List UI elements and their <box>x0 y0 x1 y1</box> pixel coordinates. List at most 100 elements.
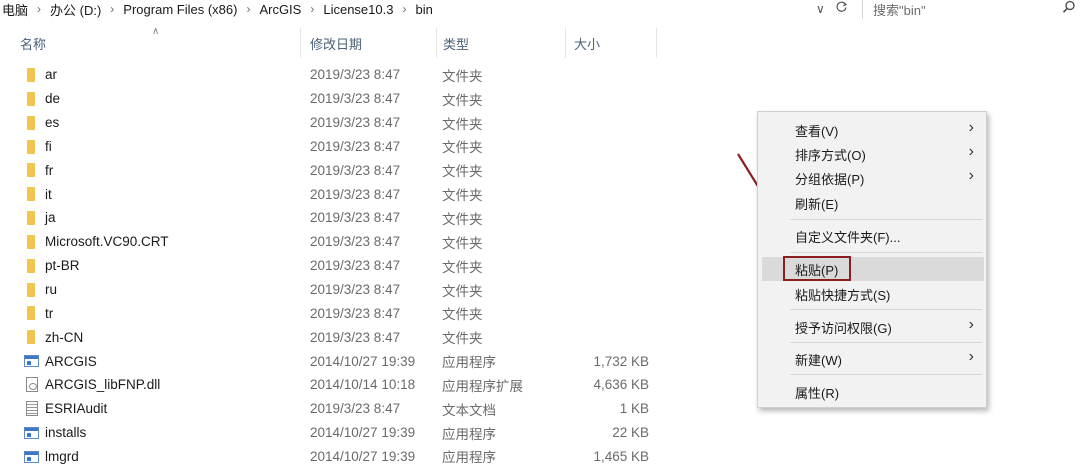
chevron-right-icon[interactable]: › <box>103 2 121 16</box>
refresh-icon[interactable] <box>835 1 848 17</box>
file-date: 2014/10/27 19:39 <box>310 353 416 369</box>
file-name: ru <box>45 282 58 298</box>
file-name: tr <box>45 305 54 321</box>
file-row[interactable]: es 2019/3/23 8:47 文件夹 <box>0 111 700 135</box>
menu-item-sort[interactable]: 排序方式(O) › <box>762 142 984 166</box>
file-date: 2019/3/23 8:47 <box>310 305 401 321</box>
column-divider[interactable] <box>436 28 437 58</box>
file-name: ARCGIS <box>45 353 97 369</box>
file-name: fi <box>45 138 52 154</box>
column-divider[interactable] <box>565 28 566 58</box>
search-icon[interactable] <box>1062 0 1076 17</box>
file-date: 2014/10/14 10:18 <box>310 377 416 393</box>
menu-divider <box>790 219 982 220</box>
file-type: 应用程序 <box>442 426 496 442</box>
menu-item-view[interactable]: 查看(V) › <box>762 118 984 142</box>
column-header-date[interactable]: 修改日期 <box>310 28 436 58</box>
file-row[interactable]: ja 2019/3/23 8:47 文件夹 <box>0 206 700 230</box>
file-row[interactable]: fr 2019/3/23 8:47 文件夹 <box>0 158 700 182</box>
file-type: 文本文档 <box>442 402 496 418</box>
column-header-size-label: 大小 <box>574 36 601 52</box>
column-divider[interactable] <box>300 28 301 58</box>
menu-item-refresh[interactable]: 刷新(E) <box>762 191 984 215</box>
file-name: it <box>45 186 52 202</box>
file-row[interactable]: Microsoft.VC90.CRT 2019/3/23 8:47 文件夹 <box>0 230 700 254</box>
folder-icon <box>24 115 40 131</box>
file-date: 2019/3/23 8:47 <box>310 138 401 154</box>
chevron-right-icon: › <box>968 316 974 333</box>
menu-item-label: 排序方式(O) <box>795 147 866 163</box>
menu-item-properties[interactable]: 属性(R) <box>762 380 984 404</box>
file-row[interactable]: de 2019/3/23 8:47 文件夹 <box>0 87 700 111</box>
file-name: pt-BR <box>45 258 80 274</box>
breadcrumb-item-bin[interactable]: bin <box>413 2 434 17</box>
file-date: 2019/3/23 8:47 <box>310 67 401 83</box>
column-header-size[interactable]: 大小 <box>574 28 654 58</box>
menu-item-new[interactable]: 新建(W) › <box>762 347 984 371</box>
file-row[interactable]: ru 2019/3/23 8:47 文件夹 <box>0 278 700 302</box>
column-header-type[interactable]: 类型 <box>443 28 563 58</box>
chevron-right-icon: › <box>968 348 974 365</box>
column-divider[interactable] <box>656 28 657 58</box>
menu-divider <box>790 252 982 253</box>
file-size: 22 KB <box>612 425 649 441</box>
file-row[interactable]: lmgrd 2014/10/27 19:39 应用程序 1,465 KB <box>0 445 700 469</box>
file-date: 2019/3/23 8:47 <box>310 282 401 298</box>
chevron-right-icon[interactable]: › <box>30 2 48 16</box>
breadcrumb-item-program-files[interactable]: Program Files (x86) <box>121 2 239 17</box>
file-type: 文件夹 <box>442 235 483 251</box>
chevron-right-icon[interactable]: › <box>395 2 413 16</box>
file-row[interactable]: ar 2019/3/23 8:47 文件夹 <box>0 63 700 87</box>
file-row[interactable]: fi 2019/3/23 8:47 文件夹 <box>0 135 700 159</box>
folder-icon <box>24 186 40 202</box>
file-date: 2019/3/23 8:47 <box>310 162 401 178</box>
file-date: 2019/3/23 8:47 <box>310 91 401 107</box>
file-type: 文件夹 <box>442 92 483 108</box>
menu-item-paste-shortcut[interactable]: 粘贴快捷方式(S) <box>762 282 984 306</box>
folder-icon <box>24 258 40 274</box>
file-type: 文件夹 <box>442 283 483 299</box>
chevron-right-icon[interactable]: › <box>303 2 321 16</box>
menu-item-label: 属性(R) <box>795 385 840 401</box>
file-date: 2019/3/23 8:47 <box>310 234 401 250</box>
file-row[interactable]: it 2019/3/23 8:47 文件夹 <box>0 182 700 206</box>
column-header-date-label: 修改日期 <box>310 36 363 52</box>
menu-divider <box>790 309 982 310</box>
file-name: fr <box>45 162 54 178</box>
file-type: 文件夹 <box>442 259 483 275</box>
application-icon <box>24 449 40 465</box>
breadcrumb-item-pc[interactable]: 电脑 <box>0 0 30 19</box>
chevron-right-icon: › <box>968 119 974 136</box>
file-size: 1 KB <box>619 401 649 417</box>
breadcrumb-item-arcgis[interactable]: ArcGIS <box>257 2 303 17</box>
folder-icon <box>24 305 40 321</box>
chevron-right-icon: › <box>968 143 974 160</box>
menu-item-customize-folder[interactable]: 自定义文件夹(F)... <box>762 224 984 248</box>
folder-icon <box>24 329 40 345</box>
file-row[interactable]: ESRIAudit 2019/3/23 8:47 文本文档 1 KB <box>0 397 700 421</box>
menu-item-group[interactable]: 分组依据(P) › <box>762 166 984 190</box>
search-placeholder: 搜索"bin" <box>873 2 926 18</box>
file-type: 文件夹 <box>442 116 483 132</box>
file-size: 1,465 KB <box>593 448 649 464</box>
application-icon <box>24 425 40 441</box>
file-row[interactable]: ARCGIS 2014/10/27 19:39 应用程序 1,732 KB <box>0 349 700 373</box>
breadcrumb-item-license[interactable]: License10.3 <box>321 2 395 17</box>
file-row[interactable]: ARCGIS_libFNP.dll 2014/10/14 10:18 应用程序扩展 4… <box>0 373 700 397</box>
breadcrumb-item-drive[interactable]: 办公 (D:) <box>48 0 103 19</box>
chevron-right-icon: › <box>968 167 974 184</box>
menu-item-label: 粘贴快捷方式(S) <box>795 287 891 303</box>
menu-item-grant-access[interactable]: 授予访问权限(G) › <box>762 315 984 339</box>
file-row[interactable]: installs 2014/10/27 19:39 应用程序 22 KB <box>0 421 700 445</box>
file-type: 文件夹 <box>442 188 483 204</box>
column-header-name-label: 名称 <box>20 36 47 52</box>
chevron-down-icon[interactable]: ∨ <box>816 2 825 16</box>
search-input[interactable]: 搜索"bin" <box>862 0 1080 19</box>
chevron-right-icon[interactable]: › <box>239 2 257 16</box>
file-row[interactable]: tr 2019/3/23 8:47 文件夹 <box>0 301 700 325</box>
file-date: 2019/3/23 8:47 <box>310 401 401 417</box>
file-row[interactable]: zh-CN 2019/3/23 8:47 文件夹 <box>0 325 700 349</box>
column-header-name[interactable]: 名称 <box>20 28 300 58</box>
file-row[interactable]: pt-BR 2019/3/23 8:47 文件夹 <box>0 254 700 278</box>
file-date: 2019/3/23 8:47 <box>310 186 401 202</box>
